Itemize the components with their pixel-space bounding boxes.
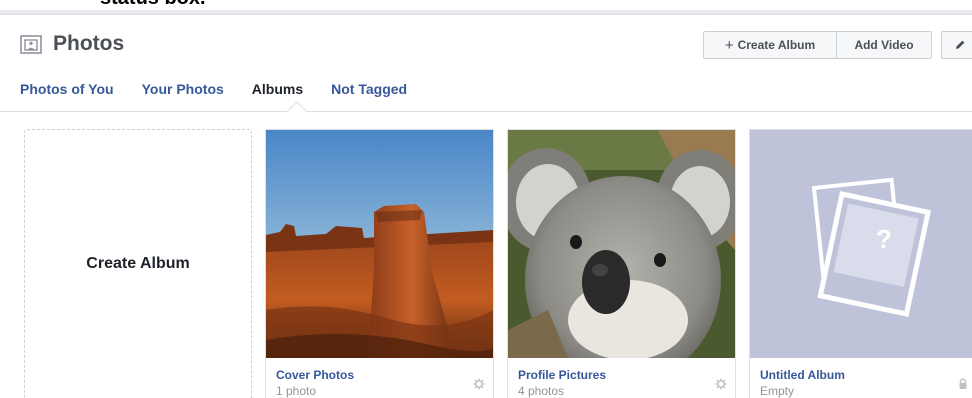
edit-button[interactable] (941, 31, 972, 59)
tab-not-tagged[interactable]: Not Tagged (331, 81, 407, 111)
create-album-button[interactable]: + Create Album (703, 31, 837, 59)
create-album-card[interactable]: Create Album (24, 129, 252, 398)
tab-photos-of-you[interactable]: Photos of You (20, 81, 114, 111)
album-thumbnail-desert[interactable] (266, 130, 493, 358)
create-album-button-label: Create Album (737, 38, 816, 52)
lock-icon (959, 378, 967, 389)
pencil-icon (956, 40, 965, 49)
gear-icon[interactable] (715, 378, 727, 390)
album-thumbnail-koala[interactable] (508, 130, 735, 358)
page-title: Photos (53, 32, 125, 55)
photos-header: Photos + Create Album Add Video (0, 15, 972, 75)
album-placeholder-thumbnail[interactable]: ? (750, 130, 972, 358)
album-card-untitled[interactable]: ? Untitled Album Empty (749, 129, 972, 398)
question-mark-icon: ? (876, 224, 892, 254)
album-count: 4 photos (518, 384, 565, 398)
header-button-group: + Create Album Add Video (703, 31, 932, 59)
top-caption-text: status box. (100, 0, 206, 10)
tab-your-photos[interactable]: Your Photos (142, 81, 224, 111)
album-count: 1 photo (276, 384, 317, 398)
album-name[interactable]: Cover Photos (276, 368, 354, 382)
album-card-cover-photos[interactable]: Cover Photos 1 photo (265, 129, 494, 398)
gear-icon[interactable] (473, 378, 485, 390)
photos-tabs: Photos of You Your Photos Albums Not Tag… (20, 81, 435, 111)
top-strip: status box. (0, 0, 972, 10)
tabs-divider (0, 111, 972, 112)
album-card-profile-pictures[interactable]: Profile Pictures 4 photos (507, 129, 736, 398)
album-name[interactable]: Profile Pictures (518, 368, 606, 382)
add-video-button-label: Add Video (854, 38, 914, 52)
photos-panel: Photos + Create Album Add Video Photos o… (0, 14, 972, 398)
create-album-card-label: Create Album (86, 255, 190, 272)
photos-icon (20, 35, 42, 54)
album-name[interactable]: Untitled Album (760, 368, 845, 382)
album-count: Empty (760, 384, 795, 398)
plus-icon: + (724, 36, 734, 54)
add-video-button[interactable]: Add Video (837, 31, 932, 59)
